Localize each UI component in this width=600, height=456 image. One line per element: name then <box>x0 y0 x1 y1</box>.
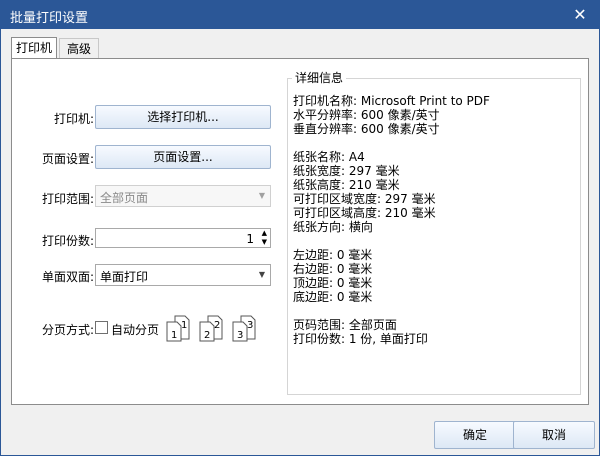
detail-line: 可打印区域高度: 210 毫米 <box>293 206 436 220</box>
svg-text:1: 1 <box>171 330 177 341</box>
close-icon[interactable]: ✕ <box>569 4 591 26</box>
detail-line: 水平分辨率: 600 像素/英寸 <box>293 108 440 122</box>
auto-collate-checkbox[interactable] <box>95 321 108 334</box>
page-setup-label: 页面设置: <box>41 152 94 166</box>
tab-printer[interactable]: 打印机 <box>11 37 57 59</box>
detail-line: 纸张名称: A4 <box>293 150 365 164</box>
duplex-select[interactable]: 单面打印 ▼ <box>95 264 271 286</box>
detail-line: 垂直分辨率: 600 像素/英寸 <box>293 122 440 136</box>
title-bar: 批量打印设置 ✕ <box>1 1 599 29</box>
tab-advanced[interactable]: 高级 <box>59 38 99 59</box>
print-range-value: 全部页面 <box>100 191 149 205</box>
details-title: 详细信息 <box>292 69 347 86</box>
auto-collate-label: 自动分页 <box>111 323 160 337</box>
chevron-down-icon: ▼ <box>258 191 265 200</box>
spin-down-icon[interactable]: ▼ <box>262 238 267 246</box>
print-range-select[interactable]: 全部页面 ▼ <box>95 185 271 207</box>
duplex-value: 单面打印 <box>100 270 149 284</box>
cancel-button[interactable]: 取消 <box>513 421 595 449</box>
svg-text:2: 2 <box>214 320 220 331</box>
detail-line: 打印机名称: Microsoft Print to PDF <box>293 94 490 108</box>
duplex-label: 单面双面: <box>41 270 94 284</box>
detail-line: 可打印区域宽度: 297 毫米 <box>293 192 436 206</box>
svg-text:1: 1 <box>181 320 187 331</box>
detail-line: 页码范围: 全部页面 <box>293 318 397 332</box>
collate-pages-icon: 1 1 2 2 3 3 <box>166 315 256 342</box>
window-title: 批量打印设置 <box>10 11 89 26</box>
page-setup-button[interactable]: 页面设置... <box>95 145 271 169</box>
copies-label: 打印份数: <box>41 234 94 248</box>
chevron-down-icon: ▼ <box>258 270 265 279</box>
ok-button[interactable]: 确定 <box>434 421 516 449</box>
detail-line: 左边距: 0 毫米 <box>293 248 373 262</box>
svg-text:2: 2 <box>204 330 210 341</box>
page-pair-3-icon: 3 3 <box>232 315 256 342</box>
detail-line: 右边距: 0 毫米 <box>293 262 373 276</box>
select-printer-button[interactable]: 选择打印机... <box>95 105 271 129</box>
batch-print-dialog: 批量打印设置 ✕ 打印机 高级 打印机: 选择打印机... 页面设置: 页面设置… <box>0 0 600 456</box>
collate-label: 分页方式: <box>41 323 94 337</box>
detail-line: 纸张方向: 横向 <box>293 220 373 234</box>
copies-stepper[interactable]: 1 ▲ ▼ <box>95 228 271 248</box>
tab-panel: 打印机: 选择打印机... 页面设置: 页面设置... 打印范围: 全部页面 ▼… <box>11 58 589 405</box>
detail-line: 打印份数: 1 份, 单面打印 <box>293 332 428 346</box>
detail-line: 纸张宽度: 297 毫米 <box>293 164 400 178</box>
copies-value: 1 <box>246 232 254 246</box>
detail-line: 底边距: 0 毫米 <box>293 290 373 304</box>
detail-line: 顶边距: 0 毫米 <box>293 276 373 290</box>
page-pair-2-icon: 2 2 <box>199 315 223 342</box>
svg-text:3: 3 <box>237 330 243 341</box>
page-pair-1-icon: 1 1 <box>166 315 190 342</box>
detail-line: 纸张高度: 210 毫米 <box>293 178 400 192</box>
print-range-label: 打印范围: <box>41 192 94 206</box>
printer-label: 打印机: <box>53 112 94 126</box>
spin-up-icon[interactable]: ▲ <box>262 229 267 237</box>
svg-text:3: 3 <box>247 320 253 331</box>
